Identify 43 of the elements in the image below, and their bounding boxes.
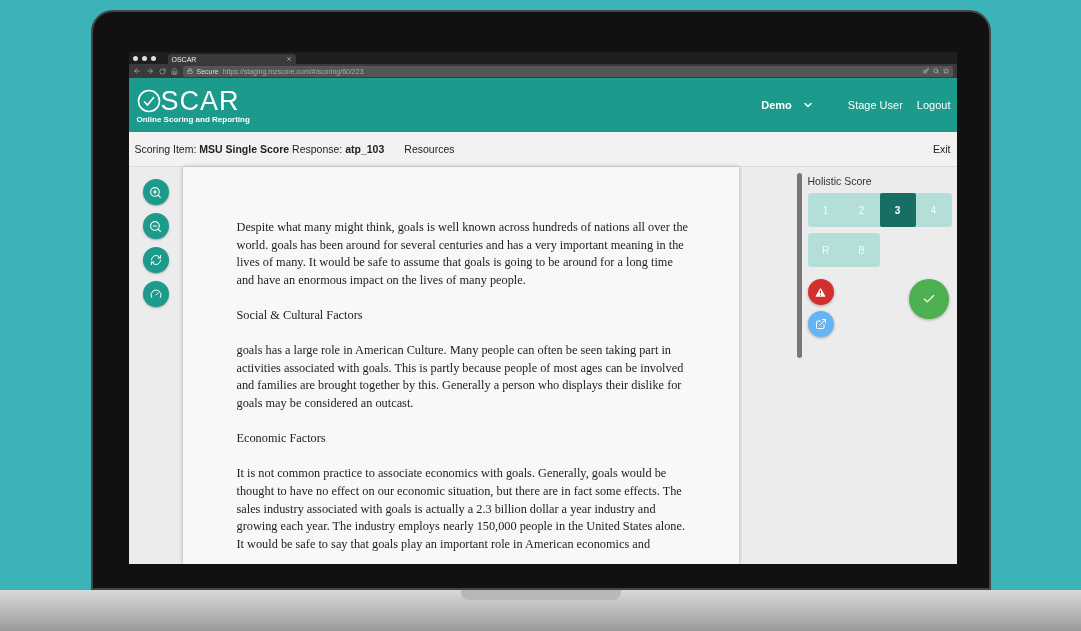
rotate-button[interactable] bbox=[142, 247, 169, 273]
close-icon[interactable] bbox=[285, 56, 292, 62]
window-dot[interactable] bbox=[132, 55, 138, 61]
home-icon[interactable] bbox=[170, 67, 178, 75]
warning-icon bbox=[814, 285, 827, 299]
score-option[interactable]: 3 bbox=[879, 193, 916, 227]
logo-text: SCAR bbox=[160, 86, 240, 115]
contrast-button[interactable] bbox=[142, 281, 169, 307]
zoom-out-button[interactable] bbox=[142, 213, 169, 239]
document-paragraph: Despite what many might think, goals is well known across hundreds of nations all over the world. goals has been around for several centuries and has a very important meaning in the lives of many. It would be safe to assume that goals is going to be around for a long time and have an enormous impact on the lives of many people. bbox=[236, 219, 689, 289]
resources-link[interactable]: Resources bbox=[404, 143, 455, 155]
external-link-button[interactable] bbox=[807, 311, 834, 337]
nav-link[interactable]: Logout bbox=[916, 99, 951, 111]
scoring-item-title: Scoring Item: MSU Single Score Response: atp_103 bbox=[134, 143, 385, 155]
submit-button[interactable] bbox=[908, 279, 949, 319]
document-paragraph: Economic Factors bbox=[236, 430, 327, 448]
zoom-in-icon bbox=[149, 185, 162, 199]
panel-title: Holistic Score bbox=[807, 175, 873, 187]
check-icon bbox=[921, 292, 936, 306]
star-icon[interactable] bbox=[942, 68, 949, 74]
document-paragraph: It is not common practice to associate economics with goals. Generally, goals would be thought to have no effect on our economic situation, but there are in fact some effects. The sales industry associated with goals is actually a 2.3 billion dollar a year industry and growing each year. The industry employs nearly 150,000 people in the United States alone. It would be safe to say that goals play an important role in American economics and bbox=[236, 465, 686, 553]
user-menu[interactable]: Demo bbox=[761, 99, 814, 111]
scrollbar[interactable] bbox=[796, 173, 802, 358]
check-circle-icon bbox=[136, 88, 161, 113]
document-paragraph: goals has a large role in American Culture. Many people can often be seen taking part in activities associated with goals. This is partly because people of most ages can be involved and families are brought together by this. Generally a person who displays their dislike for goals may be considered an outcast. bbox=[236, 342, 685, 412]
forward-icon[interactable] bbox=[145, 67, 154, 75]
gauge-icon bbox=[149, 288, 162, 300]
key-icon[interactable] bbox=[922, 68, 929, 74]
window-dot[interactable] bbox=[150, 55, 156, 61]
search-icon[interactable] bbox=[932, 68, 939, 74]
lock-icon bbox=[186, 68, 193, 74]
window-dot[interactable] bbox=[141, 55, 147, 61]
zoom-in-button[interactable] bbox=[142, 179, 169, 205]
nav-link[interactable]: Stage User bbox=[847, 99, 903, 111]
exit-link[interactable]: Exit bbox=[933, 143, 951, 155]
back-icon[interactable] bbox=[132, 67, 141, 75]
external-link-icon bbox=[814, 318, 827, 330]
reload-icon[interactable] bbox=[158, 67, 166, 75]
alert-button[interactable] bbox=[807, 279, 834, 305]
document-paragraph: Social & Cultural Factors bbox=[236, 306, 364, 324]
rotate-icon bbox=[149, 254, 162, 266]
zoom-out-icon bbox=[149, 219, 162, 233]
logo-tagline: Online Scoring and Reporting bbox=[136, 114, 250, 124]
